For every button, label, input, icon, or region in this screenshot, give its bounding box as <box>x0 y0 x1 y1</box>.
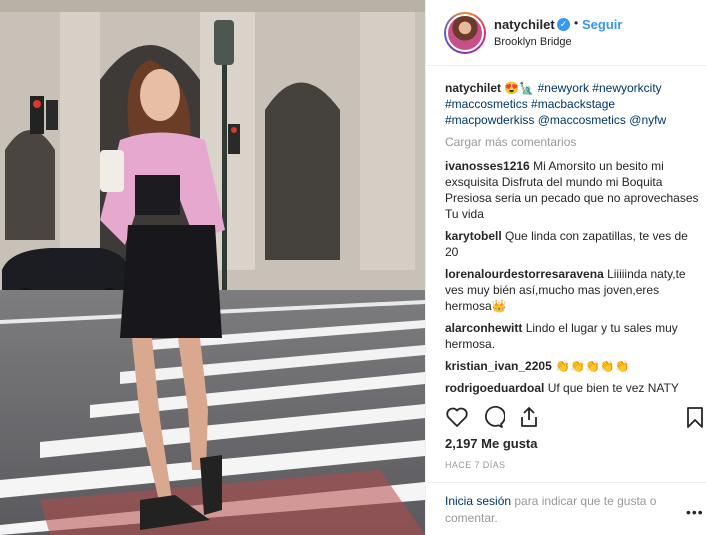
caption-emojis: 😍🗽 <box>504 81 535 95</box>
more-options-icon[interactable]: ••• <box>686 504 704 520</box>
follow-button[interactable]: Seguir <box>582 17 622 32</box>
separator-dot: • <box>574 16 579 30</box>
hashtag-link[interactable]: #macbackstage <box>531 97 615 111</box>
post-photo[interactable] <box>0 0 425 535</box>
load-more-comments-button[interactable]: Cargar más comentarios <box>445 134 700 150</box>
comment-text: Uf que bien te vez NATY <box>547 381 679 395</box>
hashtag-link[interactable]: #maccosmetics <box>445 97 528 111</box>
comment-username[interactable]: kristian_ivan_2205 <box>445 359 552 373</box>
bookmark-icon[interactable] <box>683 405 706 429</box>
likes-count[interactable]: 2,197 Me gusta <box>445 436 538 451</box>
hashtag-link[interactable]: #newyorkcity <box>592 81 661 95</box>
login-prompt: Inicia sesión para indicar que te gusta … <box>426 482 706 527</box>
comments-list: natychilet 😍🗽 #newyork #newyorkcity #mac… <box>445 80 700 402</box>
mention-link[interactable]: @maccosmetics <box>538 113 626 127</box>
login-link[interactable]: Inicia sesión <box>445 494 511 508</box>
mention-link[interactable]: @nyfw <box>629 113 666 127</box>
avatar[interactable] <box>444 12 486 54</box>
comment-item: lorenalourdestorresaravena Liiiiinda nat… <box>445 266 700 314</box>
comment-item: ivanosses1216 Mi Amorsito un besito mi e… <box>445 158 700 222</box>
share-icon[interactable] <box>517 405 541 429</box>
post-side-panel: natychilet ✓ • Seguir Brooklyn Bridge na… <box>425 0 706 535</box>
comment-username[interactable]: karytobell <box>445 229 502 243</box>
hashtag-link[interactable]: #newyork <box>538 81 589 95</box>
street-scene-image <box>0 0 425 535</box>
verified-badge-icon: ✓ <box>557 18 570 31</box>
comment-username[interactable]: alarconhewitt <box>445 321 522 335</box>
comment-text: 👏👏👏👏👏 <box>555 359 630 373</box>
post-header: natychilet ✓ • Seguir Brooklyn Bridge <box>426 0 706 66</box>
heart-icon[interactable] <box>445 405 469 429</box>
comment-item: rodrigoeduardoal Uf que bien te vez NATY <box>445 380 700 396</box>
comment-item: kristian_ivan_2205 👏👏👏👏👏 <box>445 358 700 374</box>
hashtag-link[interactable]: #macpowderkiss <box>445 113 534 127</box>
location-link[interactable]: Brooklyn Bridge <box>494 36 572 48</box>
comment-username[interactable]: rodrigoeduardoal <box>445 381 544 395</box>
comment-username[interactable]: ivanosses1216 <box>445 159 530 173</box>
comment-username[interactable]: lorenalourdestorresaravena <box>445 267 604 281</box>
comment-item: alarconhewitt Lindo el lugar y tu sales … <box>445 320 700 352</box>
comment-item: karytobell Que linda con zapatillas, te … <box>445 228 700 260</box>
action-bar <box>445 405 706 431</box>
header-username[interactable]: natychilet <box>494 17 555 32</box>
caption-username[interactable]: natychilet <box>445 81 501 95</box>
caption: natychilet 😍🗽 #newyork #newyorkcity #mac… <box>445 80 700 128</box>
comment-icon[interactable] <box>481 405 505 429</box>
post-timestamp[interactable]: HACE 7 DÍAS <box>445 460 505 470</box>
